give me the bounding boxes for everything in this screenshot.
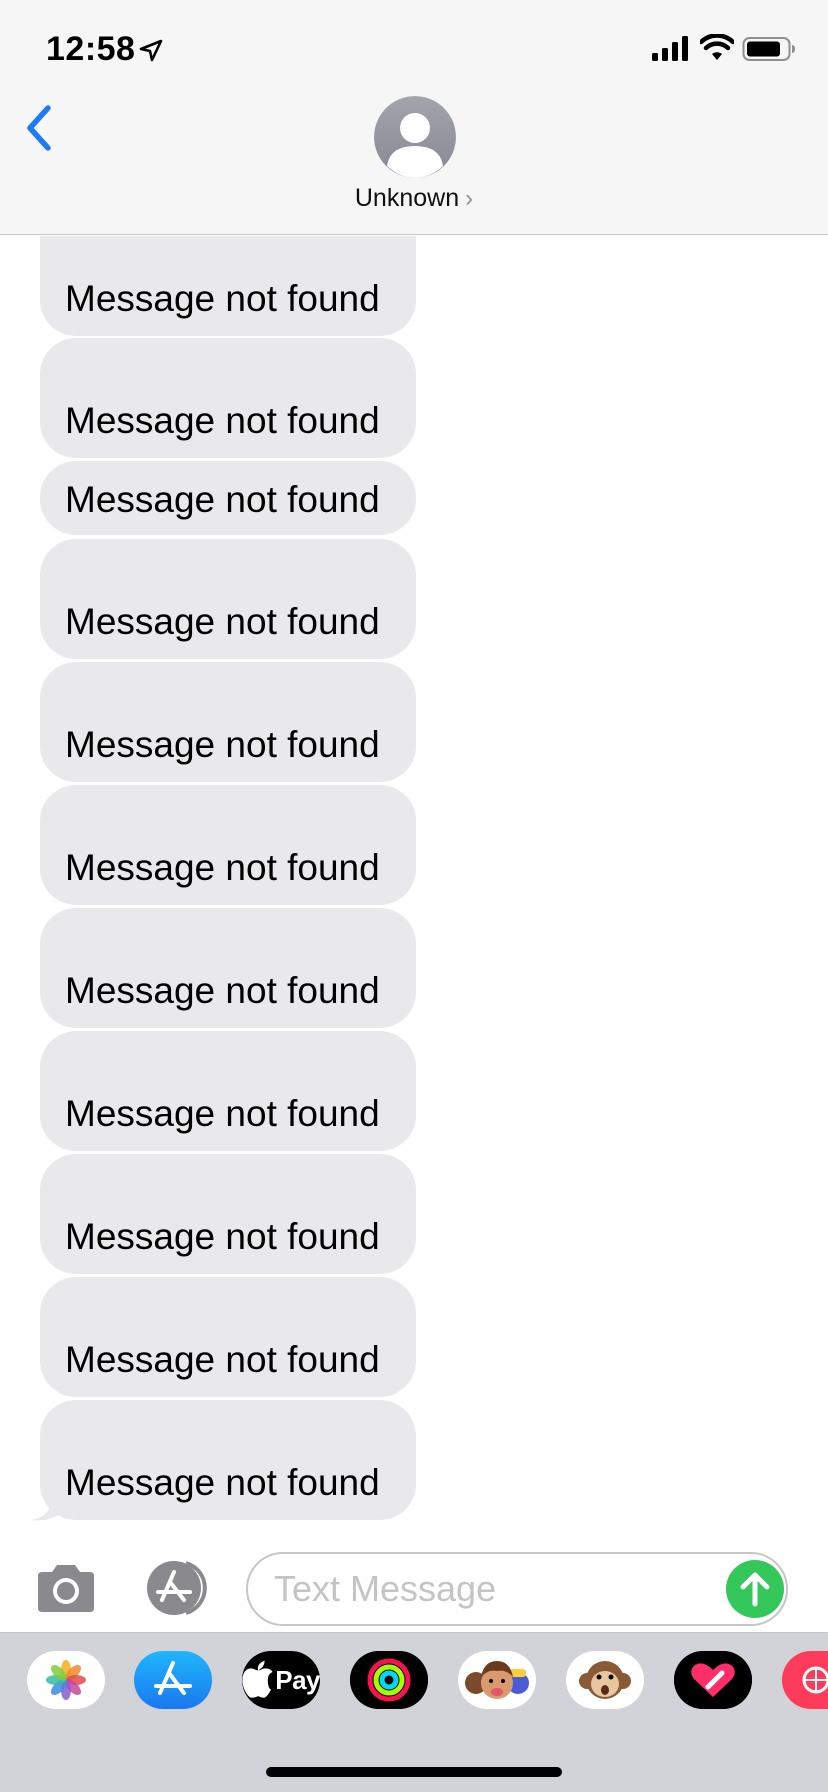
message-text: Message not found	[65, 847, 380, 888]
message-bubble[interactable]: Message not found	[40, 539, 416, 659]
message-bubble[interactable]: Message not found	[40, 908, 416, 1028]
message-text: Message not found	[65, 400, 380, 441]
cellular-signal-icon	[652, 36, 688, 61]
message-text-field[interactable]	[246, 1552, 788, 1626]
wifi-icon	[700, 34, 734, 60]
compose-bar	[0, 1526, 828, 1632]
status-time: 12:58	[46, 30, 136, 68]
location-arrow-icon	[139, 39, 163, 62]
message-text: Message not found	[65, 1216, 380, 1257]
memoji-button[interactable]	[458, 1651, 536, 1709]
digital-touch-button[interactable]	[674, 1651, 752, 1709]
message-text: Message not found	[65, 1093, 380, 1134]
message-bubble[interactable]: Message not found	[40, 662, 416, 782]
message-bubble[interactable]: Message not found	[40, 1277, 416, 1397]
message-bubble[interactable]: Message not found	[40, 1154, 416, 1274]
photos-icon	[27, 1651, 105, 1709]
photos-app-button[interactable]	[27, 1651, 105, 1709]
contact-name-button[interactable]: Unknown ›	[0, 184, 828, 213]
message-text: Message not found	[65, 479, 380, 520]
bubble-tail	[32, 1492, 64, 1521]
back-chevron-icon[interactable]	[22, 102, 56, 154]
arrow-up-icon	[740, 1572, 770, 1607]
message-text: Message not found	[65, 1462, 380, 1503]
search-images-icon	[782, 1651, 828, 1709]
app-store-button[interactable]	[134, 1651, 212, 1709]
apple-logo-icon	[242, 1660, 273, 1698]
imessage-app-drawer: Pay	[0, 1632, 828, 1792]
contact-avatar[interactable]	[374, 96, 456, 178]
message-input[interactable]	[274, 1564, 694, 1614]
contact-name: Unknown	[354, 184, 460, 212]
message-list[interactable]: Message not found Message not found Mess…	[0, 236, 828, 1526]
message-bubble[interactable]: Message not found	[40, 338, 416, 458]
camera-icon[interactable]	[34, 1562, 98, 1614]
apple-pay-icon: Pay	[242, 1651, 320, 1709]
battery-icon	[742, 37, 795, 61]
app-store-icon	[134, 1651, 212, 1709]
memoji-icon	[458, 1651, 536, 1709]
message-text: Message not found	[65, 601, 380, 642]
message-bubble[interactable]: Message not found	[40, 785, 416, 905]
app-store-drawer-icon[interactable]	[140, 1560, 212, 1616]
chevron-right-icon: ›	[465, 185, 474, 212]
message-text: Message not found	[65, 278, 380, 319]
message-text: Message not found	[65, 1339, 380, 1380]
message-bubble[interactable]: Message not found	[40, 1400, 416, 1520]
activity-button[interactable]	[350, 1651, 428, 1709]
search-images-button[interactable]	[782, 1651, 828, 1709]
person-silhouette-icon	[374, 96, 456, 178]
animoji-button[interactable]	[566, 1651, 644, 1709]
message-text: Message not found	[65, 970, 380, 1011]
animoji-monkey-icon	[566, 1651, 644, 1709]
message-bubble[interactable]: Message not found	[40, 236, 416, 336]
activity-icon	[350, 1651, 428, 1709]
message-bubble[interactable]: Message not found	[40, 461, 416, 535]
digital-touch-icon	[674, 1651, 752, 1709]
message-bubble[interactable]: Message not found	[40, 1031, 416, 1151]
apple-pay-label: Pay	[275, 1664, 320, 1695]
send-button[interactable]	[726, 1560, 784, 1618]
message-text: Message not found	[65, 724, 380, 765]
home-indicator[interactable]	[266, 1767, 562, 1777]
apple-pay-button[interactable]: Pay	[242, 1651, 320, 1709]
conversation-header: 12:58 Unknown ›	[0, 0, 828, 235]
